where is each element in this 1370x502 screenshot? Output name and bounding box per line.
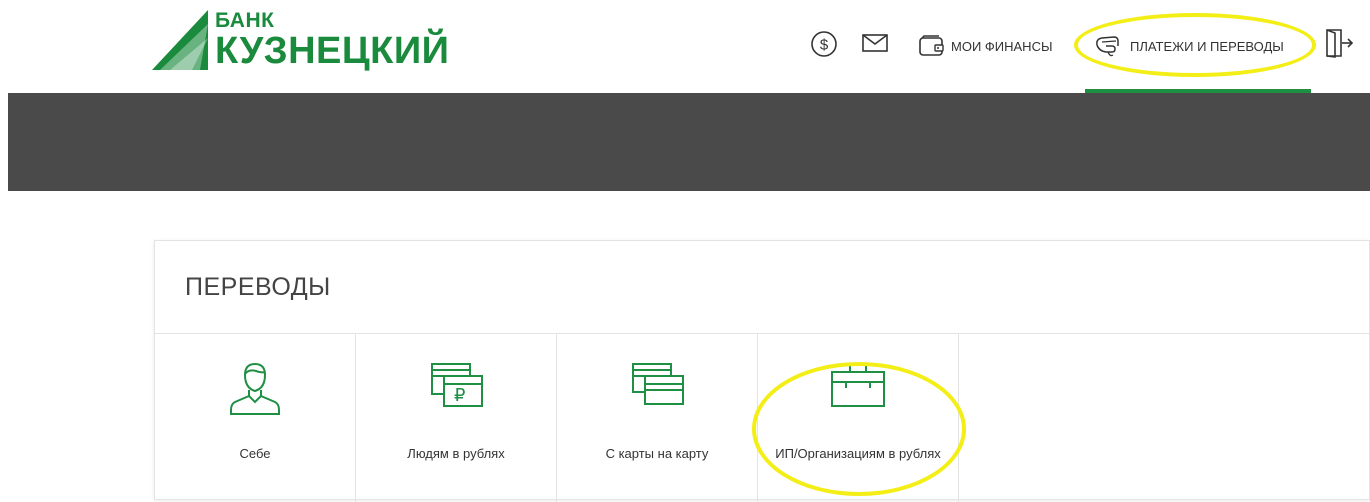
highlight-oval-nav — [1074, 13, 1316, 77]
bank-logo[interactable] — [150, 4, 212, 76]
cards-icon — [557, 358, 757, 414]
envelope-icon[interactable] — [862, 33, 888, 53]
bank-name-main: КУЗНЕЦКИЙ — [215, 30, 450, 72]
transfers-card: ПЕРЕВОДЫ Себе ₽ Людям в рублях С карты н… — [154, 240, 1370, 502]
page-banner — [8, 93, 1370, 191]
transfer-to-self-label: Себе — [239, 446, 271, 461]
transfers-title: ПЕРЕВОДЫ — [185, 273, 331, 301]
dollar-circle-icon[interactable]: $ — [810, 30, 838, 58]
wallet-icon — [919, 35, 944, 56]
transfer-to-people[interactable]: ₽ Людям в рублях — [356, 334, 557, 502]
svg-text:$: $ — [820, 37, 829, 54]
bank-name-top: БАНК — [215, 9, 275, 32]
person-icon — [155, 358, 355, 422]
card-to-card-label: С карты на карту — [605, 446, 709, 461]
transfer-to-self[interactable]: Себе — [155, 334, 356, 502]
highlight-oval-organizations — [752, 362, 966, 496]
my-finances-link[interactable]: МОИ ФИНАНСЫ — [919, 26, 1052, 66]
svg-text:₽: ₽ — [454, 385, 465, 406]
card-to-card[interactable]: С карты на карту — [557, 334, 758, 502]
logout-door-icon[interactable] — [1324, 27, 1354, 59]
logo-mark-icon — [152, 10, 208, 70]
ruble-cards-icon: ₽ — [356, 358, 556, 414]
my-finances-label: МОИ ФИНАНСЫ — [951, 38, 1053, 54]
transfer-to-people-label: Людям в рублях — [407, 446, 505, 461]
